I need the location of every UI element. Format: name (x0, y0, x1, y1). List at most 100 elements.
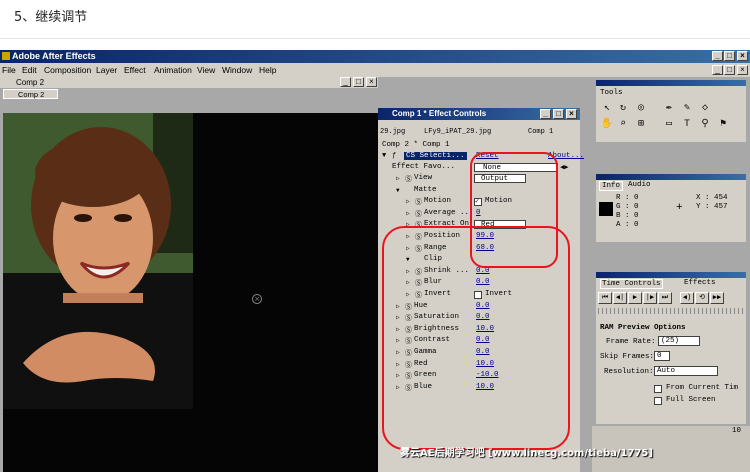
menu-composition[interactable]: Composition (44, 65, 91, 75)
twirl-icon[interactable]: ▼ (396, 187, 400, 194)
ram-preview-icon[interactable]: ▶▶ (710, 292, 724, 304)
menu-effect[interactable]: Effect (124, 65, 146, 75)
resolution-label: Resolution: (604, 368, 654, 376)
menu-window[interactable]: Window (222, 65, 252, 75)
ec-maximize-button[interactable]: □ (553, 109, 564, 119)
menu-file[interactable]: File (2, 65, 16, 75)
selection-tool-icon[interactable]: ↖ (600, 102, 614, 115)
frame-rate-label: Frame Rate: (606, 338, 656, 346)
page-heading: 5、继续调节 (14, 10, 88, 25)
comp-tab[interactable]: Comp 2 (3, 89, 58, 99)
close-button[interactable]: × (737, 51, 748, 61)
from-current-label: From Current Tim (666, 384, 739, 392)
stopwatch-icon[interactable]: Ⓢ (415, 209, 422, 219)
tools-panel-titlebar (596, 80, 746, 86)
info-r: R : 0 (616, 194, 639, 202)
audio-icon[interactable]: ◀) (680, 292, 694, 304)
doc-close-button[interactable]: × (737, 65, 748, 75)
loop-icon[interactable]: ⟲ (695, 292, 709, 304)
info-g: G : 0 (616, 203, 639, 211)
watermark-text: 雾云AE后期学习吧 [www.linecg.com/tieba/1775] (400, 448, 653, 459)
doc-restore-button[interactable]: □ (724, 65, 735, 75)
twirl-icon[interactable]: ▷ (406, 198, 410, 205)
menu-view[interactable]: View (197, 65, 215, 75)
first-frame-icon[interactable]: ⏮ (598, 292, 612, 304)
eraser-tool-icon[interactable]: ◇ (698, 102, 712, 115)
stamp-tool-icon[interactable]: ⚑ (716, 118, 730, 131)
skip-frames-label: Skip Frames: (600, 353, 655, 361)
tab-effects[interactable]: Effects (684, 279, 716, 287)
maximize-button[interactable]: □ (724, 51, 735, 61)
skip-frames-input[interactable]: 0 (654, 351, 670, 361)
rotate-tool-icon[interactable]: ↻ (616, 102, 630, 115)
doc-minimize-button[interactable]: _ (712, 65, 723, 75)
info-y: Y : 457 (696, 203, 728, 211)
crosshair-plus-icon: + (676, 202, 683, 214)
twirl-icon[interactable]: ▷ (406, 210, 410, 217)
expand-icon[interactable]: ▼ (382, 152, 386, 160)
comp-window-titlebar: Comp 2 _ □ × (0, 77, 378, 88)
pan-tool-icon[interactable]: ⊞ (634, 118, 648, 131)
resolution-dropdown[interactable]: Auto (654, 366, 718, 376)
pin-tool-icon[interactable]: ⚲ (698, 118, 712, 131)
info-b: B : 0 (616, 212, 639, 220)
prev-frame-icon[interactable]: ◀| (613, 292, 627, 304)
param-name: Motion (424, 197, 452, 206)
comp-minimize-button[interactable]: _ (340, 77, 351, 87)
ae-screenshot: Adobe After Effects _ □ × File Edit Comp… (0, 50, 750, 472)
comp-close-button[interactable]: × (366, 77, 377, 87)
crosshair-icon: × (252, 294, 262, 304)
ec-close-button[interactable]: × (566, 109, 577, 119)
next-frame-icon[interactable]: |▶ (643, 292, 657, 304)
param-name: Average ... (424, 208, 474, 217)
effect-name[interactable]: CS Selecti... (404, 152, 467, 160)
from-current-checkbox[interactable] (654, 385, 662, 393)
play-icon[interactable]: ▶ (628, 292, 642, 304)
rectangle-tool-icon[interactable]: ▭ (662, 118, 676, 131)
app-title: Adobe After Effects (12, 51, 96, 61)
ram-preview-title: RAM Preview Options (600, 324, 686, 332)
menu-help[interactable]: Help (259, 65, 276, 75)
color-swatch (599, 202, 613, 216)
favorites-label: Effect Favo... (392, 163, 456, 171)
fx-icon[interactable]: ƒ (392, 152, 396, 160)
comp-maximize-button[interactable]: □ (353, 77, 364, 87)
zoom-tool-icon[interactable]: ⌕ (616, 118, 630, 131)
full-screen-checkbox[interactable] (654, 397, 662, 405)
tab-info[interactable]: Info (599, 181, 624, 191)
last-frame-icon[interactable]: ⏭ (658, 292, 672, 304)
brush-tool-icon[interactable]: ✎ (680, 102, 694, 115)
tab-lfy9-jpg[interactable]: LFy9_iPAT_29.jpg (424, 128, 491, 136)
stopwatch-icon[interactable]: Ⓢ (415, 197, 422, 207)
orbit-tool-icon[interactable]: ◎ (634, 102, 648, 115)
effect-controls-titlebar: Comp 1 * Effect Controls _ □ × (378, 108, 580, 120)
tools-title: Tools (600, 89, 623, 97)
ec-minimize-button[interactable]: _ (540, 109, 551, 119)
jog-slider[interactable] (598, 308, 744, 314)
divider (0, 38, 750, 39)
menu-animation[interactable]: Animation (154, 65, 192, 75)
info-panel: Info Audio R : 0 G : 0 B : 0 A : 0 + X :… (596, 174, 746, 242)
tab-comp-1[interactable]: Comp 1 (528, 128, 553, 136)
menu-bar: File Edit Composition Layer Effect Anima… (0, 63, 750, 77)
tab-audio[interactable]: Audio (628, 181, 651, 189)
time-controls-titlebar (596, 272, 746, 278)
menu-edit[interactable]: Edit (22, 65, 37, 75)
tab-29-jpg[interactable]: 29.jpg (380, 128, 405, 136)
twirl-icon[interactable]: ▷ (396, 175, 400, 182)
frame-rate-dropdown[interactable]: (25) (658, 336, 700, 346)
hand-tool-icon[interactable]: ✋ (600, 118, 614, 131)
tab-time-controls[interactable]: Time Controls (600, 279, 663, 289)
transport-controls: ⏮ ◀| ▶ |▶ ⏭ ◀) ⟲ ▶▶ (598, 292, 744, 304)
pen-tool-icon[interactable]: ✒ (662, 102, 676, 115)
menu-layer[interactable]: Layer (96, 65, 117, 75)
app-icon (2, 52, 10, 60)
effect-controls-title: Comp 1 * Effect Controls (392, 109, 487, 118)
tools-panel: Tools ↖ ↻ ◎ ✒ ✎ ◇ ✋ ⌕ ⊞ ▭ T ⚲ ⚑ (596, 80, 746, 142)
stopwatch-icon[interactable]: Ⓢ (405, 174, 412, 184)
text-tool-icon[interactable]: T (680, 118, 694, 131)
nav-arrows-icon[interactable]: ◀▶ (560, 163, 568, 172)
timeline-value: 10 (732, 427, 742, 435)
woman-photo (3, 113, 193, 409)
minimize-button[interactable]: _ (712, 51, 723, 61)
